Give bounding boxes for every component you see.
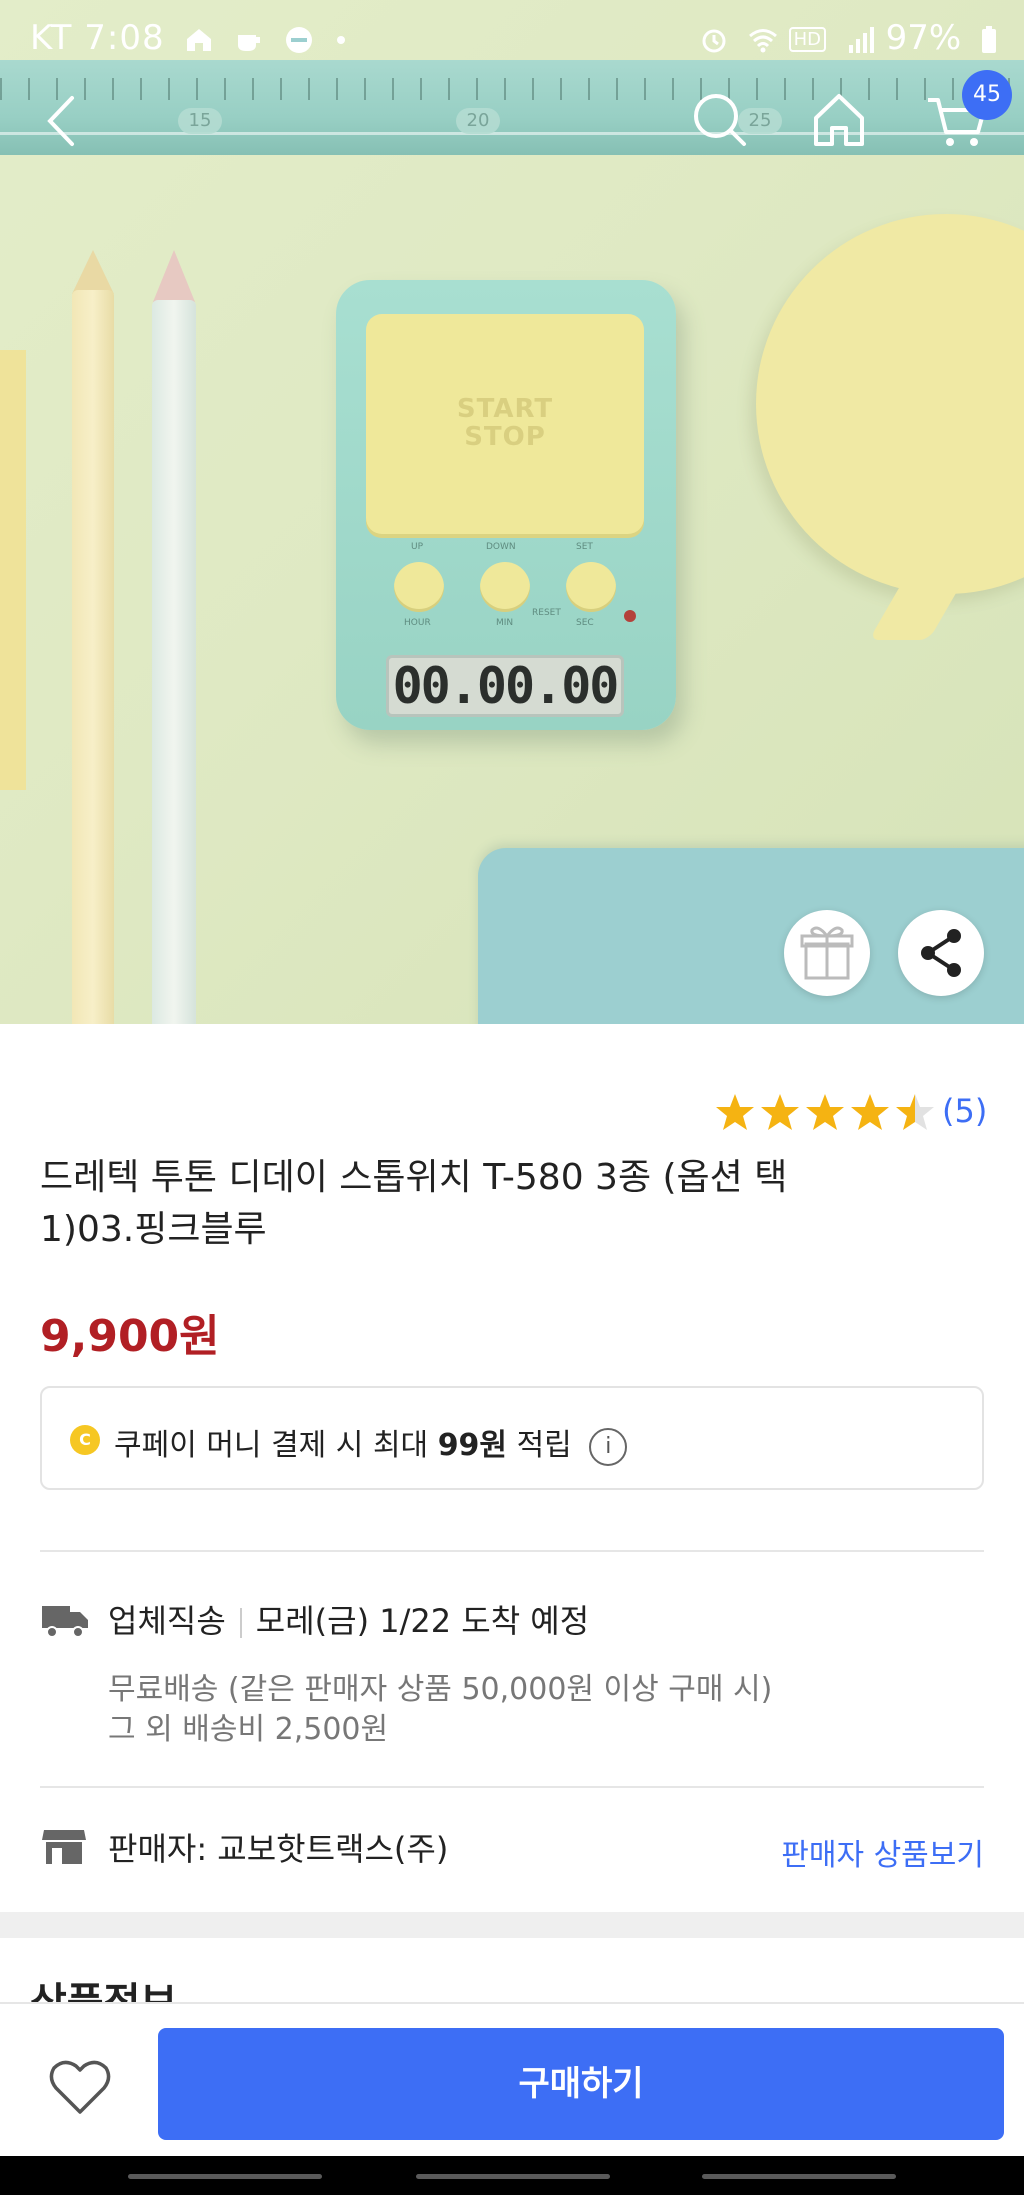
- seller-name: 판매자: 교보핫트랙스(주): [108, 1830, 449, 1868]
- timer-label: DOWN: [486, 542, 516, 552]
- star-icon: [761, 1094, 799, 1130]
- system-navigation-bar: [0, 2156, 1024, 2195]
- status-bar: KT 7:08 HD 97%: [0, 0, 1024, 80]
- back-arrow-icon[interactable]: [30, 86, 100, 156]
- timer-led: [624, 610, 636, 622]
- share-button[interactable]: [898, 910, 984, 996]
- half-star-icon: [896, 1094, 934, 1130]
- home-app-icon: [187, 28, 212, 51]
- review-count-link[interactable]: (5): [942, 1092, 987, 1130]
- shipping-free-condition: 무료배송 (같은 판매자 상품 50,000원 이상 구매 시): [108, 1672, 773, 1707]
- carrier-time: KT 7:08: [30, 18, 165, 58]
- cpay-text-end: 적립: [507, 1428, 572, 1463]
- ruler-number: 15: [178, 108, 222, 134]
- timer-label: RESET: [532, 608, 561, 618]
- battery-level: 97%: [885, 18, 962, 58]
- star-icon: [716, 1094, 754, 1130]
- timer-device: START STOP UP DOWN SET HOUR MIN SEC RESE…: [336, 280, 676, 730]
- gift-button[interactable]: [784, 910, 870, 996]
- share-icon: [921, 929, 961, 977]
- timer-label: HOUR: [404, 618, 431, 628]
- timer-button: [566, 562, 616, 612]
- sticky-note: [0, 350, 26, 790]
- home-icon[interactable]: [804, 86, 874, 156]
- star-icon: [806, 1094, 844, 1130]
- pencil: [152, 300, 196, 1024]
- product-price: 9,900원: [40, 1311, 220, 1362]
- store-icon: [42, 1830, 86, 1864]
- tmon-icon: [286, 26, 313, 53]
- buy-button[interactable]: 구매하기: [158, 2028, 1004, 2140]
- nav-handle[interactable]: [702, 2174, 896, 2179]
- cart-count-badge: 45: [962, 70, 1012, 120]
- battery-icon: [982, 25, 996, 53]
- alarm-icon: [702, 29, 726, 52]
- heart-icon[interactable]: [48, 2058, 112, 2116]
- coin-icon: C: [70, 1425, 100, 1455]
- pencil-tip: [153, 250, 195, 302]
- cpay-amount: 99원: [437, 1428, 508, 1463]
- shipping-method: 업체직송: [108, 1602, 226, 1640]
- timer-label: SEC: [576, 618, 594, 628]
- dot-icon: [336, 35, 345, 44]
- timer-label: MIN: [496, 618, 514, 628]
- cpay-text: 쿠페이 머니 결제 시 최대: [114, 1428, 438, 1463]
- wifi-icon: [748, 28, 777, 52]
- timer-pad-text: STOP: [464, 422, 546, 452]
- shipping-fee: 그 외 배송비 2,500원: [108, 1712, 389, 1747]
- star-icon: [851, 1094, 889, 1130]
- info-icon[interactable]: i: [589, 1427, 628, 1466]
- shipping-arrival: 모레(금) 1/22 도착 예정: [255, 1602, 590, 1640]
- cpay-reward-box: C 쿠페이 머니 결제 시 최대 99원 적립 i: [40, 1386, 984, 1490]
- hd-badge: HD: [788, 27, 826, 52]
- pencil: [72, 290, 114, 1024]
- timer-start-pad: START STOP: [366, 314, 644, 538]
- gift-icon: [800, 926, 854, 980]
- timer-pad-text: START: [456, 394, 554, 424]
- timer-button: [480, 562, 530, 612]
- section-separator: [0, 1912, 1024, 1938]
- rating-stars: [714, 1092, 939, 1132]
- ruler-number: 20: [456, 108, 500, 134]
- divider: [40, 1786, 984, 1788]
- cup-icon: [238, 34, 261, 51]
- bottom-action-bar: 구매하기: [0, 2002, 1024, 2156]
- timer-button: [394, 562, 444, 612]
- search-icon[interactable]: [684, 86, 754, 156]
- delivery-truck-icon: [42, 1606, 88, 1638]
- product-title: 드레텍 투톤 디데이 스톱위치 T-580 3종 (옵션 택1)03.핑크블루: [40, 1157, 788, 1250]
- nav-handle[interactable]: [416, 2174, 610, 2179]
- seller-products-link[interactable]: 판매자 상품보기: [781, 1830, 984, 1874]
- speech-bubble-note: [756, 214, 1024, 594]
- shipping-summary: 업체직송 모레(금) 1/22 도착 예정: [108, 1596, 589, 1642]
- nav-handle[interactable]: [128, 2174, 322, 2179]
- divider: [40, 1550, 984, 1552]
- pencil-tip: [72, 250, 114, 294]
- timer-label: UP: [411, 542, 424, 552]
- timer-label: SET: [576, 542, 593, 552]
- timer-display: 00.00.00: [386, 655, 624, 717]
- signal-icon: [848, 26, 874, 53]
